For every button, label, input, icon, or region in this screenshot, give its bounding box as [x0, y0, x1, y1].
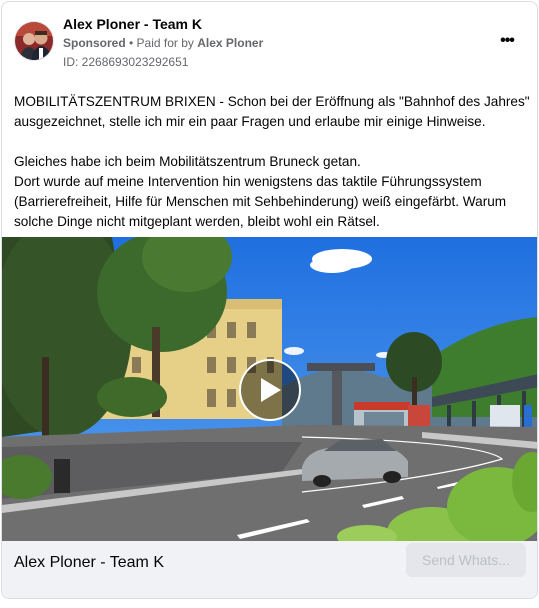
footer-page-name[interactable]: Alex Ploner - Team K — [14, 554, 164, 572]
sponsored-label[interactable]: Sponsored — [63, 36, 126, 50]
post-text: MOBILITÄTSZENTRUM BRIXEN - Schon bei der… — [14, 92, 530, 232]
meta-separator: • — [125, 36, 137, 50]
page-name-link[interactable]: Alex Ploner - Team K — [63, 16, 202, 32]
ad-card: Alex Ploner - Team K Sponsored • Paid fo… — [1, 1, 538, 599]
ad-id: ID: 2268693023292651 — [63, 55, 189, 69]
post-header: Alex Ploner - Team K Sponsored • Paid fo… — [2, 2, 537, 82]
paid-for-name: Alex Ploner — [197, 36, 264, 50]
post-paragraph-1: MOBILITÄTSZENTRUM BRIXEN - Schon bei der… — [14, 94, 530, 129]
more-horizontal-icon: ••• — [500, 32, 515, 49]
paid-for-prefix: Paid for by — [136, 36, 198, 50]
sponsored-line: Sponsored • Paid for by Alex Ploner — [63, 36, 263, 50]
play-button[interactable] — [239, 359, 301, 421]
play-icon — [261, 378, 281, 402]
more-options-button[interactable]: ••• — [495, 31, 519, 51]
video-player[interactable] — [2, 237, 537, 541]
post-paragraph-2: Gleiches habe ich beim Mobilitätszentrum… — [14, 154, 507, 229]
ad-footer: Alex Ploner - Team K Send Whats... — [2, 541, 537, 598]
send-whatsapp-button[interactable]: Send Whats... — [406, 543, 526, 577]
avatar[interactable] — [14, 21, 54, 61]
